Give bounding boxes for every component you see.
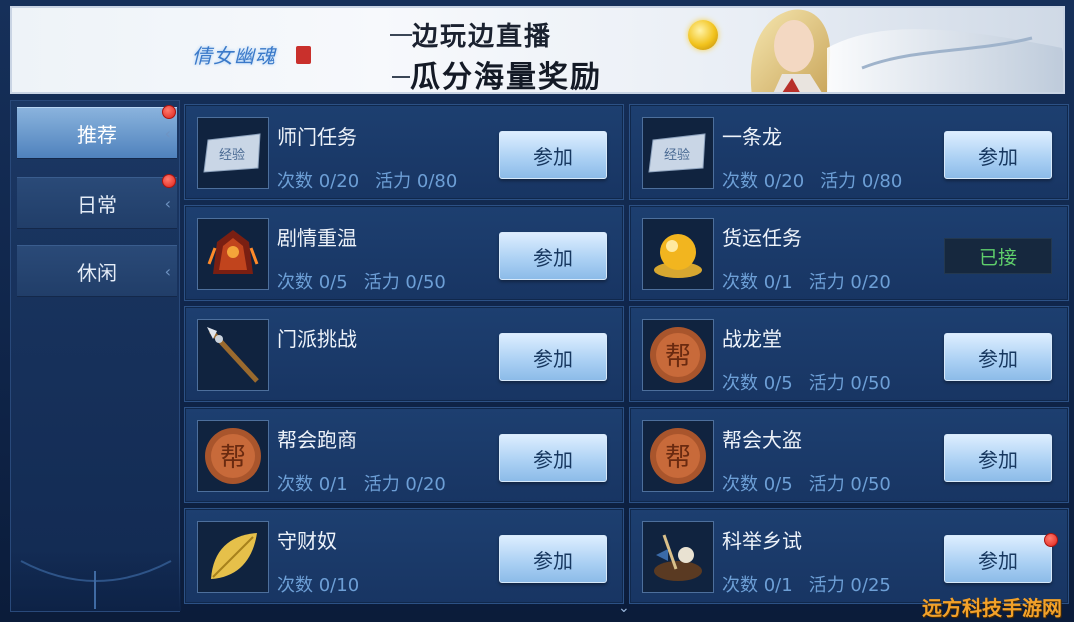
activity-list: 经验 师门任务 次数 0/20 活力 0/80 参加 经验 一条龙 次数 0/20…: [184, 104, 1069, 612]
activity-stats: 次数 0/20 活力 0/80: [722, 167, 902, 193]
game-logo: 倩女幽魂: [192, 44, 276, 68]
activity-name: 战龙堂: [722, 327, 782, 351]
join-button[interactable]: 参加: [499, 232, 607, 280]
activity-stats: 次数 0/1 活力 0/20: [277, 470, 446, 496]
activity-stats: 次数 0/5 活力 0/50: [722, 470, 891, 496]
activity-stats: 次数 0/1 活力 0/25: [722, 571, 891, 597]
activity-stats: 次数 0/20 活力 0/80: [277, 167, 457, 193]
svg-text:帮: 帮: [665, 342, 691, 372]
count-text: 次数 0/5: [722, 474, 793, 495]
vitality-text: 活力 0/50: [808, 373, 891, 394]
join-button[interactable]: 参加: [944, 535, 1052, 583]
tab-label: 休闲: [77, 260, 117, 285]
tab-label: 日常: [77, 192, 117, 217]
count-text: 次数 0/20: [277, 171, 360, 192]
watermark: 远方科技手游网: [922, 596, 1062, 620]
activity-card[interactable]: 货运任务 次数 0/1 活力 0/20 已接: [629, 205, 1069, 301]
vitality-text: 活力 0/20: [363, 474, 446, 495]
vitality-text: 活力 0/80: [820, 171, 903, 192]
join-button[interactable]: 参加: [944, 333, 1052, 381]
activity-card[interactable]: 经验 师门任务 次数 0/20 活力 0/80 参加: [184, 104, 624, 200]
activity-card[interactable]: 帮 帮会大盗 次数 0/5 活力 0/50 参加: [629, 407, 1069, 503]
join-button[interactable]: 参加: [944, 434, 1052, 482]
activity-card[interactable]: 帮 帮会跑商 次数 0/1 活力 0/20 参加: [184, 407, 624, 503]
activity-stats: 次数 0/10: [277, 571, 359, 597]
activity-stats: 次数 0/5 活力 0/50: [722, 369, 891, 395]
activity-card[interactable]: 守财奴 次数 0/10 参加: [184, 508, 624, 604]
activity-name: 师门任务: [277, 125, 357, 149]
sidebar-ornament: [11, 551, 181, 611]
activity-card[interactable]: 剧情重温 次数 0/5 活力 0/50 参加: [184, 205, 624, 301]
vitality-text: 活力 0/50: [363, 272, 446, 293]
game-window: { "banner": { "logo": "倩女幽魂", "logo_sub"…: [0, 0, 1074, 622]
join-button[interactable]: 参加: [499, 131, 607, 179]
tab-label: 推荐: [77, 122, 117, 147]
svg-text:经验: 经验: [219, 147, 245, 163]
activity-name: 货运任务: [722, 226, 802, 250]
golden-orb-icon: [642, 218, 714, 290]
join-button[interactable]: 参加: [944, 131, 1052, 179]
join-button[interactable]: 参加: [499, 434, 607, 482]
banner-divider: [390, 34, 412, 36]
activity-name: 帮会跑商: [277, 428, 357, 452]
activity-name: 守财奴: [277, 529, 337, 553]
activity-card[interactable]: 门派挑战 参加: [184, 306, 624, 402]
activity-name: 帮会大盗: [722, 428, 802, 452]
vitality-text: 活力 0/20: [808, 272, 891, 293]
vitality-text: 活力 0/80: [375, 171, 458, 192]
chevron-left-icon: ‹: [164, 124, 171, 143]
tab-recommended[interactable]: 推荐 ‹: [17, 107, 177, 159]
join-button[interactable]: 参加: [499, 535, 607, 583]
activity-stats: 次数 0/1 活力 0/20: [722, 268, 891, 294]
scholar-icon: [642, 521, 714, 593]
guild-coin-icon: 帮: [642, 420, 714, 492]
activity-name: 剧情重温: [277, 226, 357, 250]
svg-text:帮: 帮: [220, 443, 246, 473]
count-text: 次数 0/5: [722, 373, 793, 394]
banner-subtitle: 瓜分海量奖励: [410, 60, 602, 94]
category-sidebar: 推荐 ‹ 日常 ‹ 休闲 ‹: [10, 100, 181, 612]
activity-name: 门派挑战: [277, 327, 357, 351]
count-text: 次数 0/5: [277, 272, 348, 293]
hero-portrait-icon: [750, 9, 1063, 92]
notification-dot: [162, 174, 176, 188]
golden-leaf-icon: [197, 521, 269, 593]
spear-icon: [197, 319, 269, 391]
live-stream-banner[interactable]: 倩女幽魂 边玩边直播 瓜分海量奖励: [10, 6, 1065, 94]
accepted-status: 已接: [944, 238, 1052, 274]
notification-dot: [1044, 533, 1058, 547]
activity-stats: 次数 0/5 活力 0/50: [277, 268, 446, 294]
count-text: 次数 0/10: [277, 575, 360, 596]
vitality-text: 活力 0/25: [808, 575, 891, 596]
activity-card[interactable]: 帮 战龙堂 次数 0/5 活力 0/50 参加: [629, 306, 1069, 402]
coin-icon: [688, 20, 718, 50]
notification-dot: [162, 105, 176, 119]
guild-coin-icon: 帮: [642, 319, 714, 391]
scroll-down-icon[interactable]: ⌄: [618, 600, 630, 616]
chevron-left-icon: ‹: [164, 262, 171, 281]
activity-card[interactable]: 科举乡试 次数 0/1 活力 0/25 参加: [629, 508, 1069, 604]
count-text: 次数 0/1: [722, 575, 793, 596]
guild-coin-icon: 帮: [197, 420, 269, 492]
count-text: 次数 0/20: [722, 171, 805, 192]
tab-leisure[interactable]: 休闲 ‹: [17, 245, 177, 297]
exp-scroll-icon: 经验: [197, 117, 269, 189]
flame-helmet-icon: [197, 218, 269, 290]
svg-text:帮: 帮: [665, 443, 691, 473]
vitality-text: 活力 0/50: [808, 474, 891, 495]
logo-seal-icon: [296, 46, 311, 64]
tab-daily[interactable]: 日常 ‹: [17, 177, 177, 229]
count-text: 次数 0/1: [722, 272, 793, 293]
banner-title: 边玩边直播: [412, 22, 553, 52]
svg-text:经验: 经验: [664, 147, 690, 163]
chevron-left-icon: ‹: [164, 194, 171, 213]
join-button[interactable]: 参加: [499, 333, 607, 381]
activity-name: 科举乡试: [722, 529, 802, 553]
activity-name: 一条龙: [722, 125, 782, 149]
banner-divider: [392, 76, 410, 78]
activity-card[interactable]: 经验 一条龙 次数 0/20 活力 0/80 参加: [629, 104, 1069, 200]
exp-scroll-icon: 经验: [642, 117, 714, 189]
count-text: 次数 0/1: [277, 474, 348, 495]
